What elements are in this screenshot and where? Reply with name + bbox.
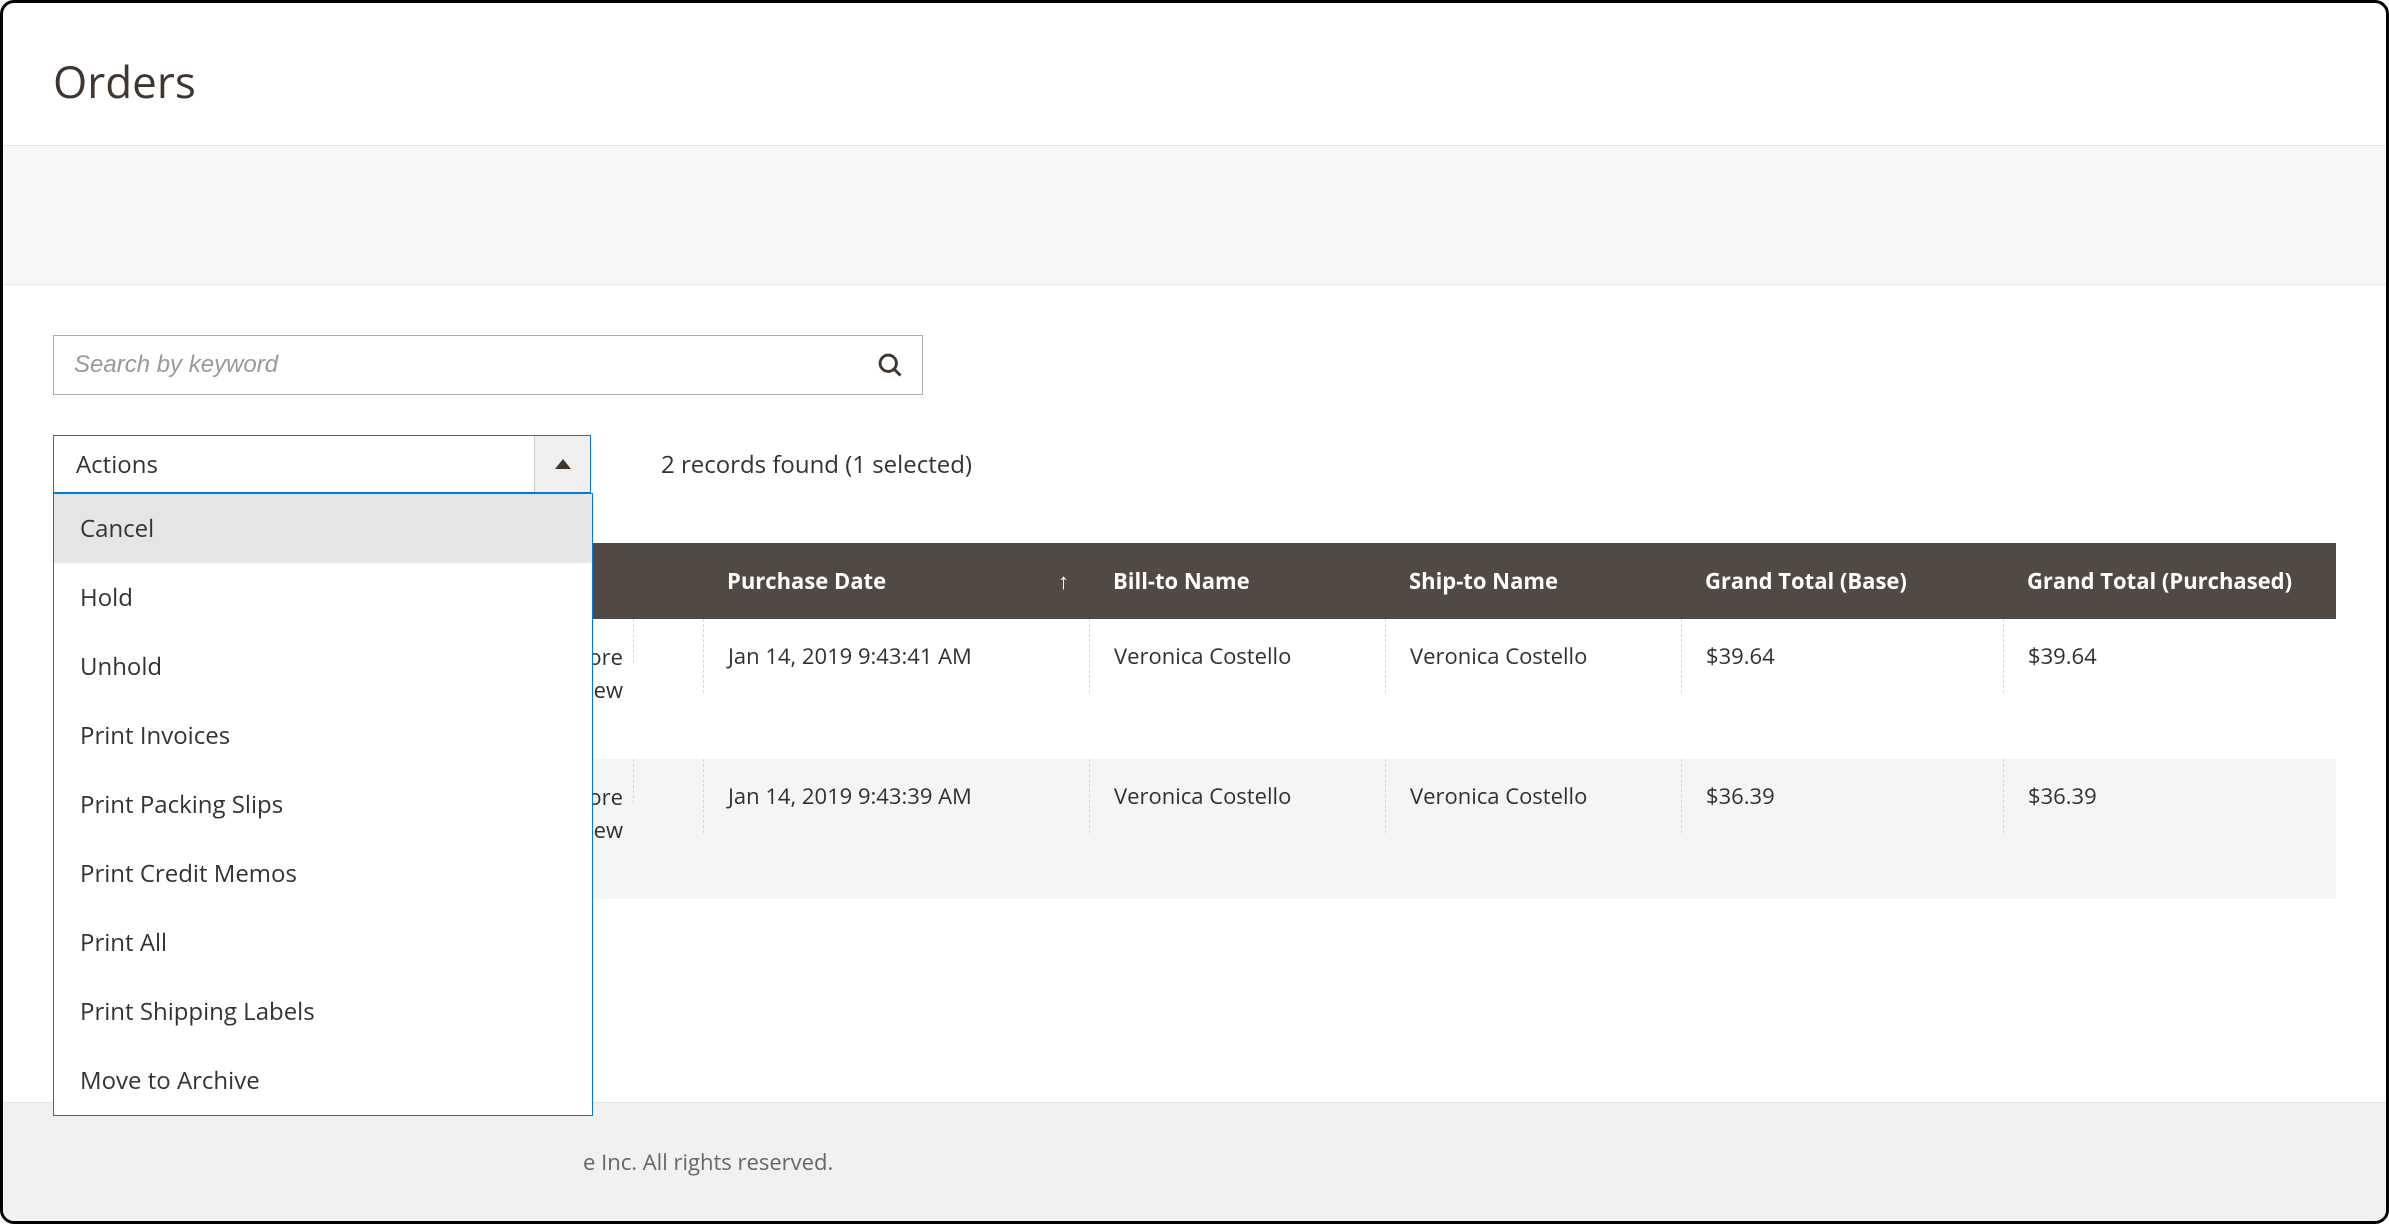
cell-ship-to: Veronica Costello [1385, 619, 1681, 693]
actions-item-print-all[interactable]: Print All [54, 908, 592, 977]
page-footer: e Inc. All rights reserved. [3, 1102, 2386, 1221]
cell-grand-purchased: $39.64 [2003, 619, 2343, 693]
cell-grand-purchased: $36.39 [2003, 759, 2343, 833]
actions-dropdown-label[interactable]: Actions [54, 436, 534, 492]
records-found-text: 2 records found (1 selected) [661, 448, 972, 481]
caret-up-icon [555, 459, 571, 469]
cell-bill-to: Veronica Costello [1089, 759, 1385, 833]
actions-item-print-shipping-labels[interactable]: Print Shipping Labels [54, 977, 592, 1046]
cell-grand-base: $39.64 [1681, 619, 2003, 693]
column-header-grand-purchased[interactable]: Grand Total (Purchased) [2003, 544, 2343, 618]
cell-bill-to: Veronica Costello [1089, 619, 1385, 693]
actions-dropdown[interactable]: Actions Cancel Hold Unhold Print Invoice… [53, 435, 591, 493]
cell-checkbox[interactable] [633, 619, 703, 663]
cell-purchase-date: Jan 14, 2019 9:43:39 AM [703, 759, 1089, 833]
actions-dropdown-toggle[interactable] [534, 436, 590, 492]
column-header-label: Purchase Date [727, 566, 886, 596]
actions-item-hold[interactable]: Hold [54, 563, 592, 632]
column-header-purchase-date[interactable]: Purchase Date ↑ [703, 544, 1089, 618]
page-title: Orders [53, 51, 2336, 111]
actions-item-move-to-archive[interactable]: Move to Archive [54, 1046, 592, 1115]
search-input[interactable] [72, 350, 876, 380]
column-header-checkbox[interactable] [633, 559, 703, 603]
actions-item-print-invoices[interactable]: Print Invoices [54, 701, 592, 770]
search-box[interactable] [53, 335, 923, 395]
actions-item-print-credit-memos[interactable]: Print Credit Memos [54, 839, 592, 908]
column-header-bill-to[interactable]: Bill-to Name [1089, 544, 1385, 618]
cell-grand-base: $36.39 [1681, 759, 2003, 833]
cell-checkbox[interactable] [633, 759, 703, 803]
toolbar-bar [3, 145, 2386, 285]
actions-dropdown-menu: Cancel Hold Unhold Print Invoices Print … [53, 493, 593, 1116]
sort-ascending-icon: ↑ [1058, 566, 1069, 596]
actions-item-cancel[interactable]: Cancel [54, 494, 592, 563]
cell-ship-to: Veronica Costello [1385, 759, 1681, 833]
actions-item-print-packing-slips[interactable]: Print Packing Slips [54, 770, 592, 839]
column-header-ship-to[interactable]: Ship-to Name [1385, 544, 1681, 618]
actions-item-unhold[interactable]: Unhold [54, 632, 592, 701]
cell-purchase-date: Jan 14, 2019 9:43:41 AM [703, 619, 1089, 693]
column-header-grand-base[interactable]: Grand Total (Base) [1681, 544, 2003, 618]
footer-text: e Inc. All rights reserved. [583, 1147, 833, 1177]
search-icon[interactable] [876, 351, 904, 379]
